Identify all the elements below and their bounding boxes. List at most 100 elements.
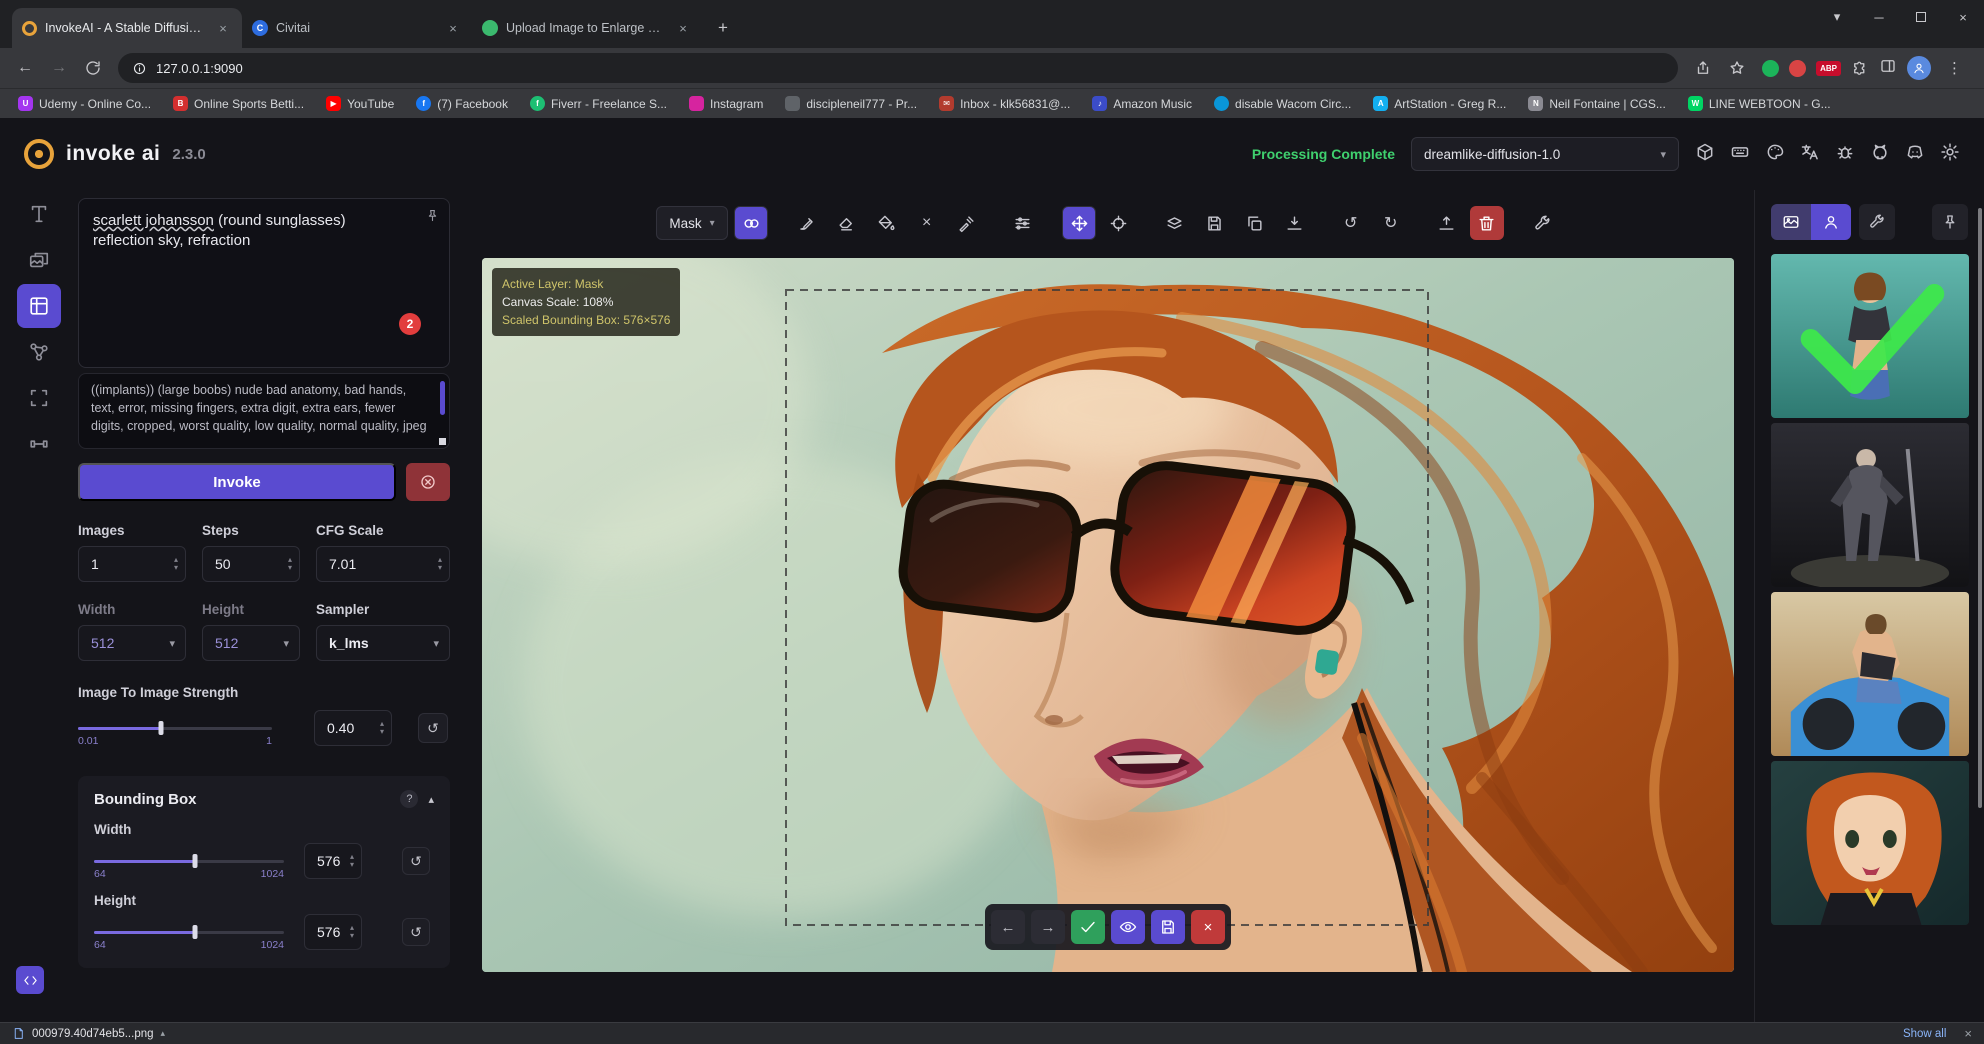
github-button[interactable] [1870, 142, 1890, 167]
tab-close-icon[interactable]: × [214, 19, 232, 37]
collapse-chevron-icon[interactable]: ▴ [428, 793, 434, 806]
reset-view-button[interactable] [1102, 206, 1136, 240]
browser-tab-civitai[interactable]: C Civitai × [242, 8, 472, 48]
stepper-arrows[interactable]: ▴▾ [438, 556, 442, 572]
slider-thumb[interactable] [192, 854, 197, 868]
clear-canvas-button[interactable] [1470, 206, 1504, 240]
gallery-thumbnail[interactable] [1771, 761, 1969, 925]
theme-button[interactable] [1765, 142, 1785, 167]
discord-button[interactable] [1905, 142, 1925, 167]
download-item[interactable]: 000979.40d74eb5...png ▴ [12, 1027, 165, 1040]
share-button[interactable] [1688, 53, 1718, 83]
eraser-tool-button[interactable] [830, 206, 864, 240]
adblock-plus-icon[interactable]: ABP [1816, 61, 1841, 76]
gallery-thumbnail[interactable] [1771, 592, 1969, 756]
bbox-width-input[interactable]: 576▴▾ [304, 843, 362, 879]
bookmark-item[interactable]: WLINE WEBTOON - G... [1688, 96, 1831, 111]
cancel-button[interactable] [406, 463, 450, 501]
gallery-pin-button[interactable] [1932, 204, 1968, 240]
bookmark-item[interactable]: BOnline Sports Betti... [173, 96, 304, 111]
slider-thumb[interactable] [159, 721, 164, 735]
extension-green-icon[interactable] [1762, 60, 1779, 77]
gallery-thumbnail[interactable] [1771, 423, 1969, 587]
browser-tab-invokeai[interactable]: InvokeAI - A Stable Diffusion Tool × [12, 8, 242, 48]
redo-button[interactable]: ↻ [1374, 206, 1408, 240]
window-maximize-button[interactable] [1900, 0, 1942, 34]
gallery-thumbnail-selected[interactable] [1771, 254, 1969, 418]
download-image-button[interactable] [1278, 206, 1312, 240]
tab-postprocessing[interactable] [17, 376, 61, 420]
scrollbar-thumb[interactable] [440, 381, 445, 415]
bookmark-item[interactable]: discipleneil777 - Pr... [785, 96, 917, 111]
console-toggle-button[interactable] [16, 966, 44, 994]
bookmark-item[interactable]: AArtStation - Greg R... [1373, 96, 1506, 111]
stepper-arrows[interactable]: ▴▾ [380, 720, 384, 736]
bookmark-item[interactable]: ♪Amazon Music [1092, 96, 1192, 111]
chevron-up-icon[interactable]: ▴ [161, 1028, 166, 1039]
next-image-button[interactable]: → [1031, 910, 1065, 944]
extension-red-icon[interactable] [1789, 60, 1806, 77]
height-select[interactable]: 512▾ [202, 625, 300, 661]
bbox-width-slider[interactable]: 64 1024 [94, 851, 284, 871]
gallery-images-icon-button[interactable] [1771, 204, 1811, 240]
back-button[interactable]: ← [10, 53, 40, 83]
bookmark-item[interactable]: UUdemy - Online Co... [18, 96, 151, 111]
show-hide-button[interactable] [1111, 910, 1145, 944]
bookmark-item[interactable]: f(7) Facebook [416, 96, 508, 111]
bookmark-item[interactable]: NNeil Fontaine | CGS... [1528, 96, 1666, 111]
discard-staging-button[interactable]: × [1191, 910, 1225, 944]
steps-input[interactable]: 50▴▾ [202, 546, 300, 582]
model-select[interactable]: dreamlike-diffusion-1.0 ▾ [1411, 137, 1679, 171]
save-staging-button[interactable] [1151, 910, 1185, 944]
site-info-icon[interactable] [132, 61, 147, 76]
bookmark-item[interactable]: ▶YouTube [326, 96, 394, 111]
upload-image-button[interactable] [1430, 206, 1464, 240]
bookmark-item[interactable]: Instagram [689, 96, 763, 111]
negative-prompt-input[interactable]: ((implants)) (large boobs) nude bad anat… [78, 373, 450, 449]
bookmark-star-button[interactable] [1722, 53, 1752, 83]
merge-visible-button[interactable] [1158, 206, 1192, 240]
bbox-height-slider[interactable]: 64 1024 [94, 922, 284, 942]
side-panel-button[interactable] [1879, 57, 1897, 80]
profile-avatar[interactable] [1907, 56, 1931, 80]
extensions-puzzle-button[interactable] [1851, 57, 1869, 80]
color-picker-button[interactable] [950, 206, 984, 240]
shelf-close-icon[interactable]: × [1954, 1026, 1972, 1041]
window-close-button[interactable]: × [1942, 0, 1984, 34]
brush-options-button[interactable] [1006, 206, 1040, 240]
tab-nodes[interactable] [17, 330, 61, 374]
accept-image-button[interactable] [1071, 910, 1105, 944]
erase-bounding-box-button[interactable]: × [910, 206, 944, 240]
stepper-arrows[interactable]: ▴▾ [288, 556, 292, 572]
fill-bounding-box-button[interactable] [870, 206, 904, 240]
refresh-button[interactable] [78, 53, 108, 83]
tab-image-to-image[interactable] [17, 238, 61, 282]
pin-icon[interactable] [425, 208, 440, 229]
save-to-gallery-button[interactable] [1198, 206, 1232, 240]
page-scrollbar[interactable] [1978, 208, 1982, 808]
strength-input[interactable]: 0.40▴▾ [314, 710, 392, 746]
window-minimize-button[interactable]: ─ [1858, 0, 1900, 34]
stepper-arrows[interactable]: ▴▾ [174, 556, 178, 572]
report-bug-button[interactable] [1835, 142, 1855, 167]
previous-image-button[interactable]: ← [991, 910, 1025, 944]
hotkeys-button[interactable] [1730, 142, 1750, 167]
settings-button[interactable] [1940, 142, 1960, 167]
layer-select[interactable]: Mask▾ [656, 206, 727, 240]
tab-unified-canvas[interactable] [17, 284, 61, 328]
brush-tool-button[interactable] [790, 206, 824, 240]
tab-text-to-image[interactable] [17, 192, 61, 236]
help-icon[interactable]: ? [400, 790, 418, 808]
strength-slider[interactable]: 0.01 1 [78, 718, 272, 738]
undo-button[interactable]: ↺ [1334, 206, 1368, 240]
stepper-arrows[interactable]: ▴▾ [350, 924, 354, 940]
url-bar[interactable]: 127.0.0.1:9090 [118, 53, 1678, 83]
slider-thumb[interactable] [192, 925, 197, 939]
strength-reset-button[interactable]: ↺ [418, 713, 448, 743]
copy-to-clipboard-button[interactable] [1238, 206, 1272, 240]
resize-handle[interactable] [439, 438, 446, 445]
model-manager-button[interactable] [1695, 142, 1715, 167]
browser-tab-upload-image[interactable]: Upload Image to Enlarge & Enhance × [472, 8, 702, 48]
prompt-input[interactable]: scarlett johansson (round sunglasses) re… [78, 198, 450, 368]
bbox-height-reset-button[interactable]: ↺ [402, 918, 430, 946]
